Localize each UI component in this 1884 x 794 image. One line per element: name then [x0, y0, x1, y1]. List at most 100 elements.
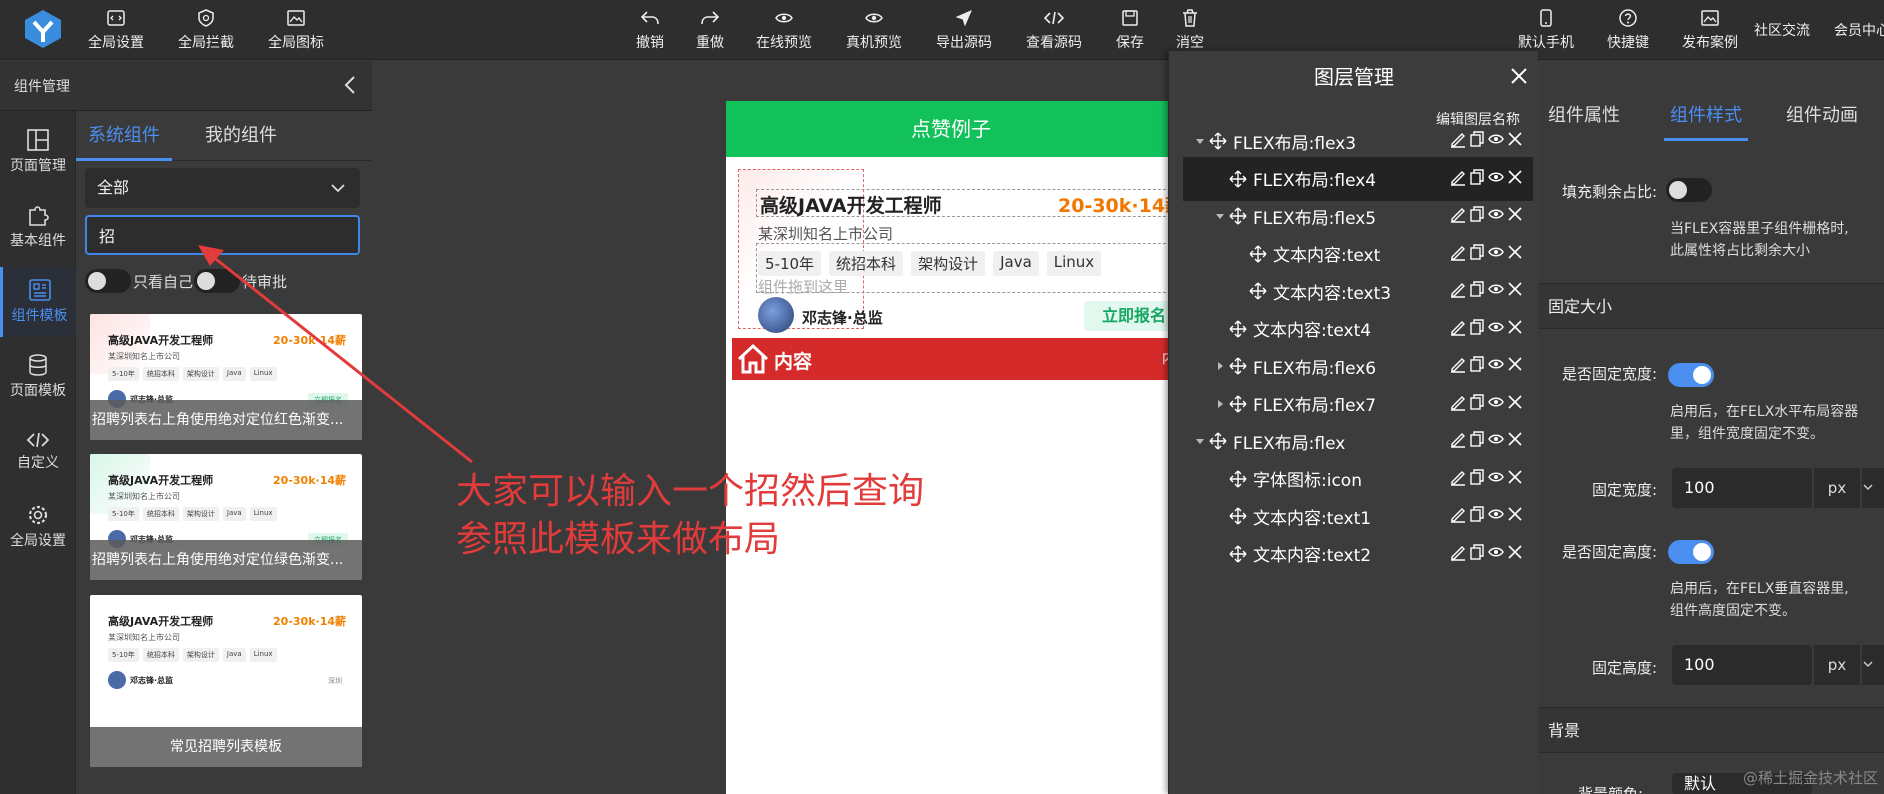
- eye-icon[interactable]: [1488, 544, 1504, 561]
- close-icon[interactable]: [1507, 544, 1523, 561]
- edit-icon[interactable]: [1450, 244, 1466, 261]
- move-icon[interactable]: [1229, 545, 1247, 563]
- close-icon[interactable]: [1507, 169, 1523, 186]
- copy-icon[interactable]: [1469, 281, 1485, 298]
- move-icon[interactable]: [1229, 507, 1247, 525]
- move-icon[interactable]: [1209, 432, 1227, 450]
- edit-icon[interactable]: [1450, 131, 1466, 148]
- edit-icon[interactable]: [1450, 469, 1466, 486]
- close-icon[interactable]: [1507, 431, 1523, 448]
- edit-icon[interactable]: [1450, 544, 1466, 561]
- eye-icon[interactable]: [1488, 206, 1504, 223]
- fixed-height-toggle[interactable]: [1668, 540, 1714, 564]
- edit-icon[interactable]: [1450, 169, 1466, 186]
- expand-toggle-icon[interactable]: [1211, 211, 1229, 221]
- app-logo-icon[interactable]: [22, 8, 64, 50]
- community-link[interactable]: 社区交流: [1754, 20, 1810, 40]
- move-icon[interactable]: [1229, 357, 1247, 375]
- redo-button[interactable]: 重做: [690, 8, 730, 54]
- eye-icon[interactable]: [1488, 319, 1504, 336]
- global-settings-button[interactable]: 全局设置: [84, 8, 148, 54]
- category-select[interactable]: 全部: [85, 168, 360, 208]
- layer-row[interactable]: 文本内容:text2: [1183, 532, 1533, 576]
- only-mine-toggle[interactable]: [85, 269, 131, 293]
- content-bar[interactable]: 内容 内: [732, 338, 1176, 380]
- shortcuts-button[interactable]: 快捷键: [1604, 8, 1652, 54]
- copy-icon[interactable]: [1469, 243, 1485, 261]
- online-preview-button[interactable]: 在线预览: [752, 8, 816, 54]
- edit-icon[interactable]: [1450, 394, 1466, 411]
- close-icon[interactable]: [1507, 506, 1523, 523]
- job-tag[interactable]: Linux: [1046, 251, 1102, 276]
- expand-toggle-icon[interactable]: [1191, 136, 1209, 146]
- eye-icon[interactable]: [1488, 131, 1504, 148]
- eye-icon[interactable]: [1488, 244, 1504, 261]
- expand-toggle-icon[interactable]: [1211, 361, 1229, 371]
- recruiter-name[interactable]: 邓志锋·总监: [802, 307, 883, 328]
- eye-icon[interactable]: [1488, 506, 1504, 523]
- job-tag[interactable]: 架构设计: [911, 251, 986, 276]
- tab-component-animation[interactable]: 组件动画: [1786, 101, 1866, 141]
- global-intercept-button[interactable]: 全局拦截: [174, 8, 238, 54]
- fixed-height-input[interactable]: 100: [1672, 645, 1812, 685]
- job-tag[interactable]: 统招本科: [829, 251, 904, 276]
- member-center-link[interactable]: 会员中心: [1834, 20, 1884, 40]
- fixed-height-unit-select[interactable]: px: [1814, 645, 1860, 685]
- copy-icon[interactable]: [1469, 431, 1485, 448]
- template-card[interactable]: 高级JAVA开发工程师 20-30k·14薪 某深圳知名上市公司 5-10年 统…: [90, 595, 362, 767]
- copy-icon[interactable]: [1469, 168, 1485, 186]
- global-icons-button[interactable]: 全局图标: [264, 8, 328, 54]
- fill-ratio-toggle[interactable]: [1666, 178, 1712, 202]
- fixed-width-input[interactable]: 100: [1672, 468, 1812, 508]
- move-icon[interactable]: [1229, 170, 1247, 188]
- tab-component-props[interactable]: 组件属性: [1548, 101, 1628, 141]
- clear-button[interactable]: 消空: [1170, 8, 1210, 54]
- tab-my-components[interactable]: 我的组件: [186, 111, 296, 161]
- undo-button[interactable]: 撤销: [630, 8, 670, 54]
- close-icon[interactable]: [1507, 469, 1523, 486]
- fixed-size-section[interactable]: 固定大小: [1538, 283, 1884, 329]
- edit-icon[interactable]: [1450, 356, 1466, 373]
- move-icon[interactable]: [1229, 470, 1247, 488]
- job-company[interactable]: 某深圳知名上市公司: [758, 223, 893, 244]
- close-icon[interactable]: [1507, 356, 1523, 373]
- copy-icon[interactable]: [1469, 468, 1485, 486]
- close-icon[interactable]: [1507, 131, 1523, 148]
- copy-icon[interactable]: [1469, 318, 1485, 336]
- rail-item-page-manage[interactable]: 页面管理: [0, 117, 76, 187]
- expand-toggle-icon[interactable]: [1211, 399, 1229, 409]
- move-icon[interactable]: [1229, 207, 1247, 225]
- job-tag[interactable]: Java: [993, 251, 1039, 276]
- fixed-width-toggle[interactable]: [1668, 363, 1714, 387]
- close-icon[interactable]: [1507, 281, 1523, 298]
- expand-toggle-icon[interactable]: [1191, 436, 1209, 446]
- eye-icon[interactable]: [1488, 281, 1504, 298]
- close-icon[interactable]: [1507, 319, 1523, 336]
- background-section[interactable]: 背景: [1538, 707, 1884, 753]
- avatar[interactable]: [758, 297, 794, 333]
- copy-icon[interactable]: [1469, 506, 1485, 523]
- chevron-left-icon[interactable]: [344, 75, 356, 95]
- edit-icon[interactable]: [1450, 506, 1466, 523]
- move-icon[interactable]: [1249, 282, 1267, 300]
- close-icon[interactable]: [1507, 394, 1523, 411]
- default-phone-button[interactable]: 默认手机: [1514, 8, 1578, 54]
- eye-icon[interactable]: [1488, 356, 1504, 373]
- tab-component-style[interactable]: 组件样式: [1664, 101, 1748, 141]
- edit-icon[interactable]: [1450, 319, 1466, 336]
- close-icon[interactable]: [1510, 67, 1528, 85]
- close-icon[interactable]: [1507, 206, 1523, 223]
- apply-button[interactable]: 立即报名: [1084, 301, 1176, 331]
- copy-icon[interactable]: [1469, 356, 1485, 373]
- unit-chevron[interactable]: [1862, 645, 1884, 685]
- export-source-button[interactable]: 导出源码: [932, 8, 996, 54]
- eye-icon[interactable]: [1488, 469, 1504, 486]
- fixed-width-unit-select[interactable]: px: [1814, 468, 1860, 508]
- copy-icon[interactable]: [1469, 393, 1485, 411]
- copy-icon[interactable]: [1469, 131, 1485, 148]
- edit-icon[interactable]: [1450, 431, 1466, 448]
- tab-system-components[interactable]: 系统组件: [76, 111, 172, 161]
- job-tag[interactable]: 5-10年: [758, 251, 822, 276]
- device-preview-button[interactable]: 真机预览: [842, 8, 906, 54]
- move-icon[interactable]: [1249, 245, 1267, 263]
